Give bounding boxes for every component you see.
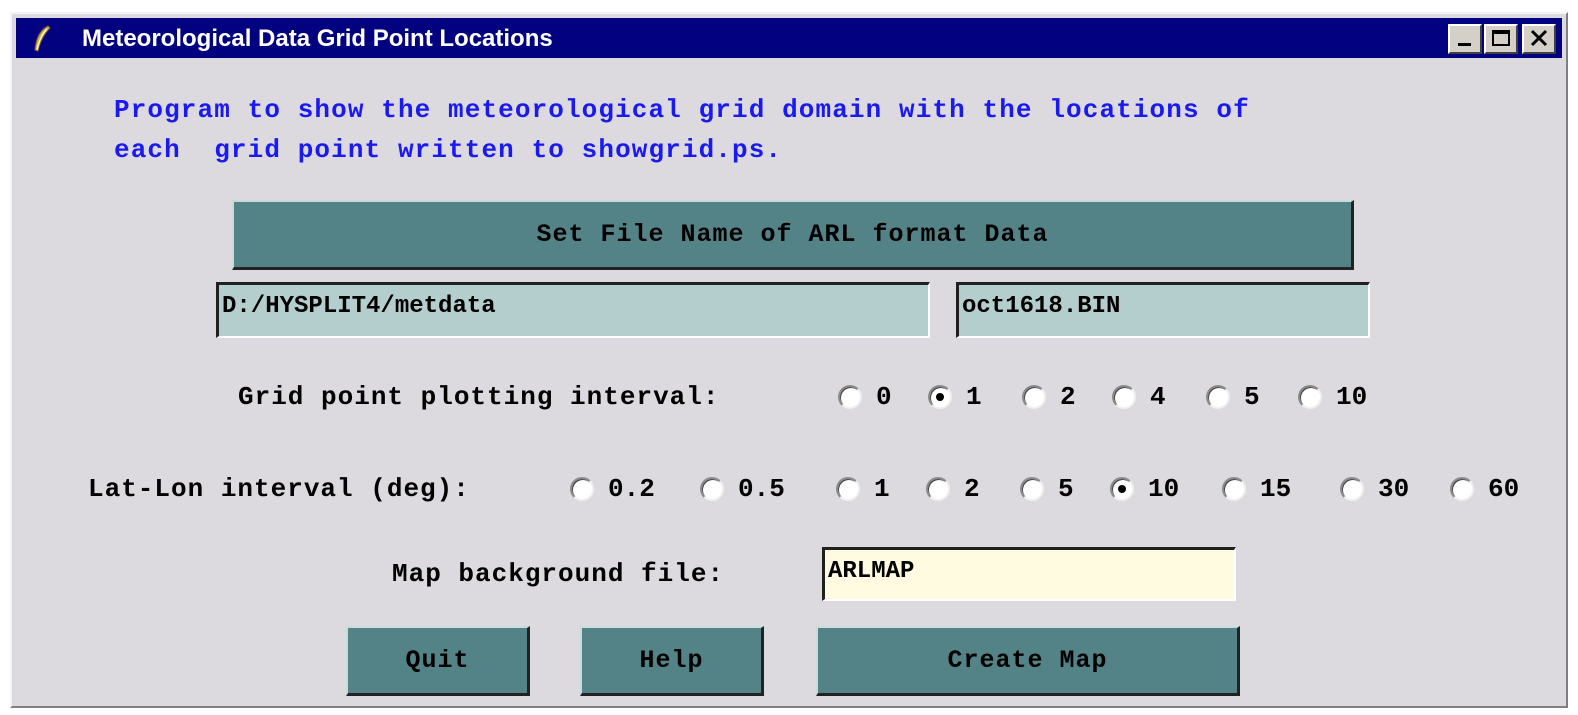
maximize-button[interactable] (1484, 24, 1518, 54)
latlon-interval-radio-2[interactable] (926, 477, 950, 501)
window-title: Meteorological Data Grid Point Locations (82, 25, 553, 52)
latlon-interval-option-label[interactable]: 5 (1058, 474, 1074, 504)
latlon-interval-option-label[interactable]: 10 (1148, 474, 1179, 504)
maximize-icon (1492, 30, 1510, 46)
grid-interval-label: Grid point plotting interval: (238, 382, 720, 412)
close-icon (1530, 29, 1548, 47)
latlon-interval-option-label[interactable]: 0.5 (738, 474, 785, 504)
latlon-interval-option-label[interactable]: 30 (1378, 474, 1409, 504)
latlon-interval-label: Lat-Lon interval (deg): (88, 474, 470, 504)
create-map-button[interactable]: Create Map (816, 626, 1240, 696)
latlon-interval-radio-10[interactable] (1110, 477, 1134, 501)
close-button[interactable] (1522, 24, 1556, 54)
map-background-label: Map background file: (392, 559, 725, 589)
latlon-interval-option-label[interactable]: 60 (1488, 474, 1519, 504)
grid-interval-radio-2[interactable] (1022, 385, 1046, 409)
set-file-name-button[interactable]: Set File Name of ARL format Data (232, 200, 1354, 270)
feather-icon (30, 24, 54, 54)
help-button[interactable]: Help (580, 626, 764, 696)
grid-interval-option-label[interactable]: 1 (966, 382, 982, 412)
grid-interval-radio-1[interactable] (928, 385, 952, 409)
latlon-interval-option-label[interactable]: 15 (1260, 474, 1291, 504)
grid-interval-radio-5[interactable] (1206, 385, 1230, 409)
latlon-interval-option-label[interactable]: 0.2 (608, 474, 655, 504)
latlon-interval-radio-5[interactable] (1020, 477, 1044, 501)
latlon-interval-radio-60[interactable] (1450, 477, 1474, 501)
filename-input[interactable]: oct1618.BIN (956, 282, 1370, 338)
latlon-interval-radio-15[interactable] (1222, 477, 1246, 501)
directory-input[interactable]: D:/HYSPLIT4/metdata (216, 282, 930, 338)
description-line-2: each grid point written to showgrid.ps. (114, 135, 783, 165)
latlon-interval-radio-0-2[interactable] (570, 477, 594, 501)
map-background-input[interactable]: ARLMAP (822, 547, 1236, 601)
quit-button[interactable]: Quit (346, 626, 530, 696)
latlon-interval-radio-1[interactable] (836, 477, 860, 501)
grid-interval-radio-10[interactable] (1298, 385, 1322, 409)
grid-interval-option-label[interactable]: 5 (1244, 382, 1260, 412)
latlon-interval-option-label[interactable]: 2 (964, 474, 980, 504)
radio-dot-icon (1118, 485, 1126, 493)
grid-interval-option-label[interactable]: 10 (1336, 382, 1367, 412)
grid-interval-option-label[interactable]: 0 (876, 382, 892, 412)
grid-interval-radio-0[interactable] (838, 385, 862, 409)
title-bar[interactable]: Meteorological Data Grid Point Locations (16, 18, 1562, 58)
app-window: Meteorological Data Grid Point Locations… (10, 12, 1568, 708)
radio-dot-icon (936, 393, 944, 401)
grid-interval-option-label[interactable]: 2 (1060, 382, 1076, 412)
program-description: Program to show the meteorological grid … (114, 90, 1250, 170)
minimize-icon (1458, 43, 1471, 46)
description-line-1: Program to show the meteorological grid … (114, 95, 1250, 125)
latlon-interval-radio-30[interactable] (1340, 477, 1364, 501)
latlon-interval-radio-0-5[interactable] (700, 477, 724, 501)
minimize-button[interactable] (1448, 24, 1482, 54)
grid-interval-radio-4[interactable] (1112, 385, 1136, 409)
grid-interval-option-label[interactable]: 4 (1150, 382, 1166, 412)
latlon-interval-option-label[interactable]: 1 (874, 474, 890, 504)
